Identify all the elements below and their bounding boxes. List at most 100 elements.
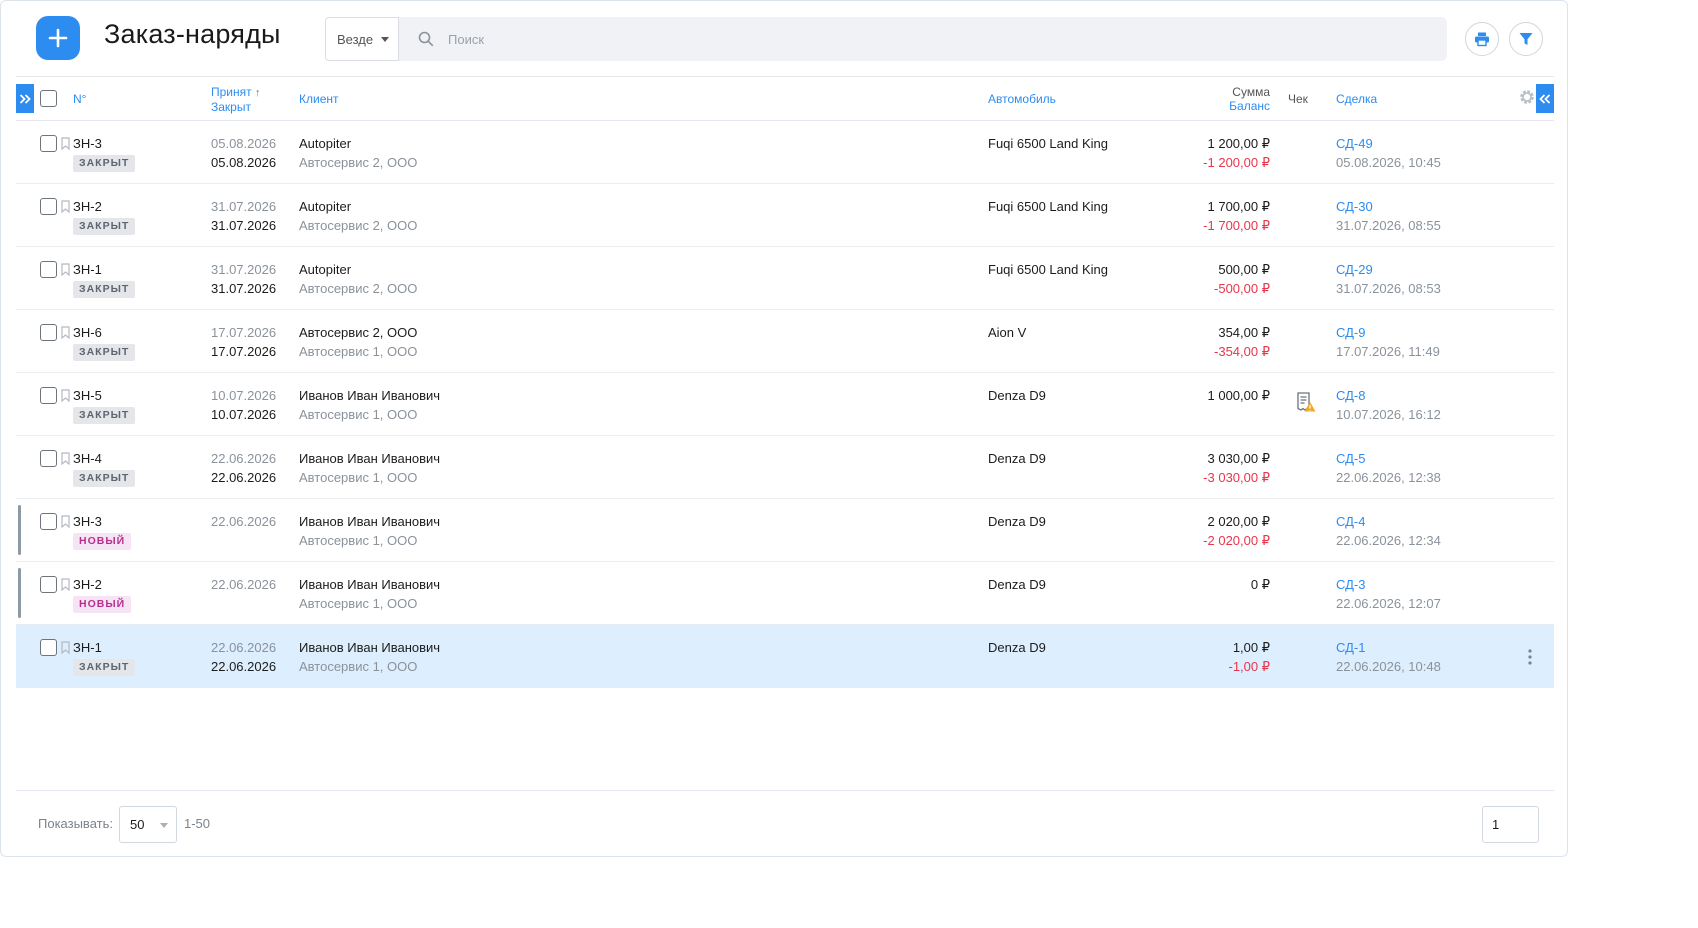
page-number-input[interactable] [1482,806,1539,843]
order-number[interactable]: ЗН-3 [73,514,102,529]
printer-icon [1475,32,1489,47]
closed-date: 10.07.2026 [211,407,277,422]
deal-link[interactable]: СД-5 [1336,451,1365,466]
page-title: Заказ-наряды [104,19,281,49]
deal-link[interactable]: СД-30 [1336,199,1373,214]
bookmark-icon[interactable] [61,452,70,465]
order-number[interactable]: ЗН-2 [73,199,102,214]
car-model: Aion V [988,325,1027,340]
page-range: 1-50 [184,816,211,831]
filter-button[interactable] [1509,22,1543,56]
order-balance: -354,00 ₽ [1214,344,1270,359]
bookmark-icon[interactable] [61,326,70,339]
row-checkbox[interactable] [40,450,57,467]
order-number[interactable]: ЗН-3 [73,136,102,151]
deal-date: 22.06.2026, 12:07 [1336,596,1441,611]
deal-date: 31.07.2026, 08:53 [1336,281,1441,296]
per-page-select[interactable]: 50 [119,806,177,843]
car-model: Fuqi 6500 Land King [988,136,1108,151]
deal-link[interactable]: СД-8 [1336,388,1365,403]
table-row[interactable]: ЗН-1 ЗАКРЫТ 22.06.2026 22.06.2026 Иванов Ива… [16,625,1554,688]
bookmark-icon[interactable] [61,263,70,276]
scope-select-value: Везде [337,31,374,47]
bookmark-icon[interactable] [61,137,70,150]
deal-date: 10.07.2026, 16:12 [1336,407,1441,422]
footer-divider [16,790,1554,791]
deal-link[interactable]: СД-4 [1336,514,1365,529]
organization-name: Автосервис 1, ООО [299,407,418,422]
search-box [399,17,1447,61]
col-accepted-label: Принят [211,85,252,99]
row-checkbox[interactable] [40,324,57,341]
bookmark-icon[interactable] [61,641,70,654]
row-checkbox[interactable] [40,639,57,656]
closed-date: 22.06.2026 [211,470,277,485]
closed-date: 31.07.2026 [211,218,277,233]
table-row[interactable]: ЗН-6 ЗАКРЫТ 17.07.2026 17.07.2026 Автосервис… [16,310,1554,373]
deal-date: 22.06.2026, 10:48 [1336,659,1441,674]
status-badge: ЗАКРЫТ [73,281,136,298]
order-number[interactable]: ЗН-1 [73,262,102,277]
filter-icon [1519,33,1533,45]
row-checkbox[interactable] [40,513,57,530]
status-badge: НОВЫЙ [73,596,132,613]
order-number[interactable]: ЗН-4 [73,451,102,466]
status-badge: ЗАКРЫТ [73,470,136,487]
order-sum: 0 ₽ [1250,577,1270,592]
bookmark-icon[interactable] [61,578,70,591]
col-accepted[interactable]: Принят ↑ Закрыт [211,85,260,114]
order-number[interactable]: ЗН-1 [73,640,102,655]
status-badge: ЗАКРЫТ [73,155,136,172]
accepted-date: 31.07.2026 [211,199,277,214]
col-deal[interactable]: Сделка [1336,92,1377,106]
deal-date: 22.06.2026, 12:38 [1336,470,1441,485]
print-button[interactable] [1465,22,1499,56]
order-balance: -1 700,00 ₽ [1203,218,1270,233]
table-row[interactable]: ЗН-3 НОВЫЙ 22.06.2026 Иванов Иван Иванович А… [16,499,1554,562]
col-client[interactable]: Клиент [299,92,339,106]
deal-link[interactable]: СД-49 [1336,136,1373,151]
select-all-checkbox[interactable] [40,90,57,107]
bookmark-icon[interactable] [61,389,70,402]
closed-date: 31.07.2026 [211,281,277,296]
col-number[interactable]: N° [73,92,86,106]
table-row[interactable]: ЗН-3 ЗАКРЫТ 05.08.2026 05.08.2026 Autopiter А… [16,121,1554,184]
receipt-warning-icon[interactable] [1295,391,1317,413]
table-row[interactable]: ЗН-2 НОВЫЙ 22.06.2026 Иванов Иван Иванович А… [16,562,1554,625]
row-checkbox[interactable] [40,387,57,404]
deal-link[interactable]: СД-9 [1336,325,1365,340]
organization-name: Автосервис 1, ООО [299,596,418,611]
bookmark-icon[interactable] [61,200,70,213]
col-car[interactable]: Автомобиль [988,92,1056,106]
status-badge: ЗАКРЫТ [73,407,136,424]
car-model: Fuqi 6500 Land King [988,199,1108,214]
order-number[interactable]: ЗН-5 [73,388,102,403]
deal-link[interactable]: СД-29 [1336,262,1373,277]
row-checkbox[interactable] [40,135,57,152]
table-row[interactable]: ЗН-4 ЗАКРЫТ 22.06.2026 22.06.2026 Иванов Ива… [16,436,1554,499]
table-row[interactable]: ЗН-2 ЗАКРЫТ 31.07.2026 31.07.2026 Autopiter А… [16,184,1554,247]
closed-date: 17.07.2026 [211,344,277,359]
client-name: Иванов Иван Иванович [299,577,441,592]
search-input[interactable] [448,31,1348,47]
deal-date: 17.07.2026, 11:49 [1336,344,1440,359]
gear-icon[interactable] [1518,88,1536,106]
deal-link[interactable]: СД-1 [1336,640,1365,655]
row-checkbox[interactable] [40,261,57,278]
col-sum-balance[interactable]: Сумма Баланс [1229,85,1270,113]
deal-link[interactable]: СД-3 [1336,577,1365,592]
order-number[interactable]: ЗН-2 [73,577,102,592]
car-model: Denza D9 [988,514,1046,529]
accepted-date: 31.07.2026 [211,262,277,277]
kebab-menu-icon[interactable] [1522,648,1538,666]
add-order-button[interactable] [36,16,80,60]
order-number[interactable]: ЗН-6 [73,325,102,340]
bookmark-icon[interactable] [61,515,70,528]
car-model: Fuqi 6500 Land King [988,262,1108,277]
scope-select[interactable]: Везде [325,17,399,61]
table-row[interactable]: ЗН-1 ЗАКРЫТ 31.07.2026 31.07.2026 Autopiter А… [16,247,1554,310]
deal-date: 22.06.2026, 12:34 [1336,533,1441,548]
table-row[interactable]: ЗН-5 ЗАКРЫТ 10.07.2026 10.07.2026 Иванов Ива… [16,373,1554,436]
row-checkbox[interactable] [40,198,57,215]
row-checkbox[interactable] [40,576,57,593]
